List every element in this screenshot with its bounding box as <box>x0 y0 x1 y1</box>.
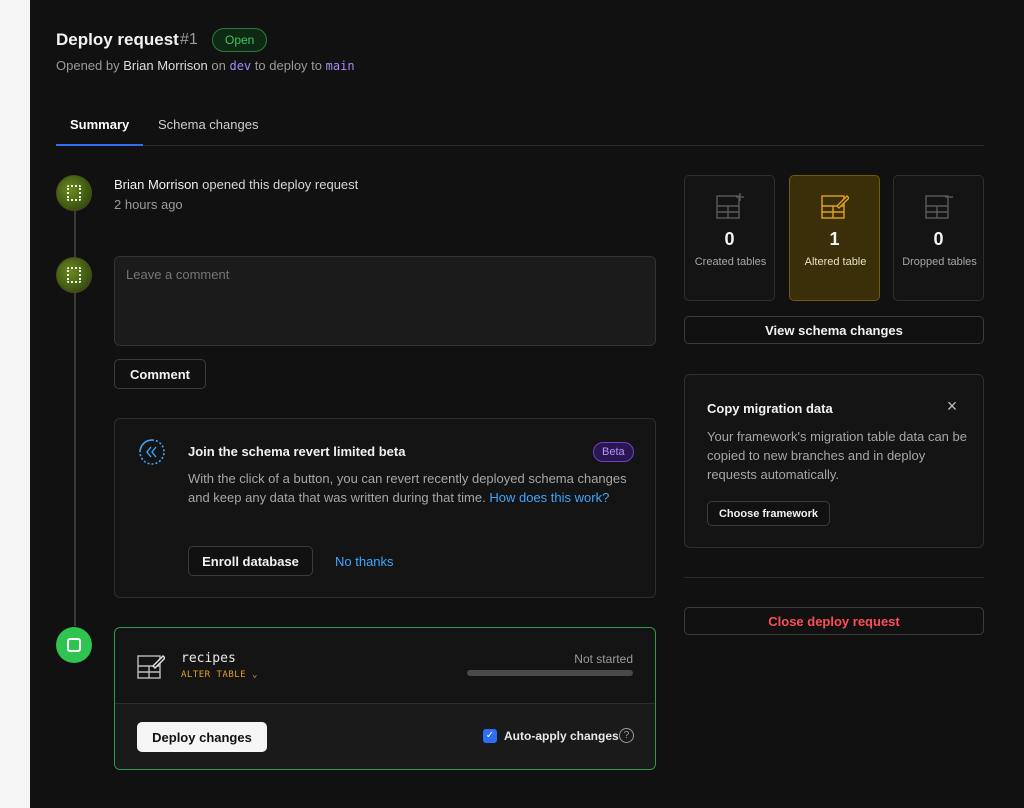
stat-label: Dropped tables <box>902 256 977 268</box>
avatar[interactable] <box>56 175 92 211</box>
status-badge: Open <box>212 28 268 52</box>
deploy-card: recipes ALTER TABLE ⌄ Not started Deploy… <box>114 627 656 770</box>
author-name[interactable]: Brian Morrison <box>123 58 208 73</box>
how-does-this-work-link[interactable]: How does this work? <box>489 490 609 505</box>
beta-title: Join the schema revert limited beta <box>188 444 406 459</box>
table-add-icon <box>716 193 744 219</box>
request-number: #1 <box>180 31 198 48</box>
sidebar-divider <box>684 577 984 578</box>
stat-label: Created tables <box>694 256 767 268</box>
operation-label: ALTER TABLE <box>181 670 247 680</box>
tab-bar: Summary Schema changes <box>56 106 984 146</box>
no-thanks-link[interactable]: No thanks <box>335 554 394 569</box>
stat-count: 0 <box>933 229 944 249</box>
enroll-database-button[interactable]: Enroll database <box>188 546 313 576</box>
deploy-table-row: recipes ALTER TABLE ⌄ Not started <box>115 628 655 704</box>
avatar-glyph <box>67 185 81 201</box>
operation-toggle[interactable]: ALTER TABLE ⌄ <box>181 670 258 680</box>
page-subtitle: Opened by Brian Morrison on dev to deplo… <box>56 58 355 73</box>
subtitle-to: to deploy to <box>254 58 323 73</box>
table-remove-icon <box>925 195 953 219</box>
copy-migration-card: Copy migration data × Your framework's m… <box>684 374 984 548</box>
target-branch[interactable]: main <box>326 59 355 73</box>
comment-input[interactable] <box>114 256 656 346</box>
table-edit-icon <box>137 655 165 679</box>
close-icon[interactable]: × <box>943 397 961 415</box>
beta-badge: Beta <box>593 442 634 462</box>
subtitle-prefix: Opened by <box>56 58 120 73</box>
revert-icon <box>139 439 165 465</box>
stat-label: Altered table <box>804 256 867 268</box>
event-action: opened this deploy request <box>202 177 359 192</box>
beta-description: With the click of a button, you can reve… <box>188 469 638 507</box>
copy-migration-description: Your framework's migration table data ca… <box>707 429 967 482</box>
stat-dropped-tables: 0 Dropped tables <box>893 175 984 301</box>
auto-apply-label[interactable]: Auto-apply changes <box>504 729 619 743</box>
tab-schema-changes[interactable]: Schema changes <box>144 106 272 146</box>
deploy-request-page: Deploy request #1 Open Opened by Brian M… <box>30 0 1024 808</box>
deploy-actions: Deploy changes ✓ Auto-apply changes ? <box>115 704 655 769</box>
event-author[interactable]: Brian Morrison <box>114 177 199 192</box>
help-icon[interactable]: ? <box>619 728 634 743</box>
schema-revert-beta-card: Join the schema revert limited beta Beta… <box>114 418 656 598</box>
table-edit-icon <box>821 195 849 219</box>
timeline-event: Brian Morrison opened this deploy reques… <box>114 177 358 192</box>
avatar-glyph <box>67 267 81 283</box>
source-branch[interactable]: dev <box>229 59 251 73</box>
chevron-down-icon: ⌄ <box>252 670 258 680</box>
view-schema-changes-button[interactable]: View schema changes <box>684 316 984 344</box>
choose-framework-button[interactable]: Choose framework <box>707 501 830 526</box>
auto-apply-checkbox[interactable]: ✓ <box>483 729 497 743</box>
stat-created-tables: 0 Created tables <box>684 175 775 301</box>
commenter-avatar <box>56 257 92 293</box>
close-deploy-request-button[interactable]: Close deploy request <box>684 607 984 635</box>
stat-count: 0 <box>724 229 735 249</box>
table-name: recipes <box>181 651 236 666</box>
deploy-progress-bar <box>467 670 633 676</box>
deploy-status: Not started <box>574 652 633 666</box>
comment-button[interactable]: Comment <box>114 359 206 389</box>
subtitle-on: on <box>211 58 226 73</box>
deploy-glyph <box>67 638 81 652</box>
tab-summary[interactable]: Summary <box>56 106 144 146</box>
deploy-status-icon <box>56 627 92 663</box>
stat-altered-tables: 1 Altered table <box>789 175 880 301</box>
page-title: Deploy request <box>56 30 179 49</box>
copy-migration-title: Copy migration data <box>707 401 833 416</box>
stat-count: 1 <box>829 229 840 249</box>
deploy-changes-button[interactable]: Deploy changes <box>137 722 267 752</box>
event-time: 2 hours ago <box>114 197 183 212</box>
